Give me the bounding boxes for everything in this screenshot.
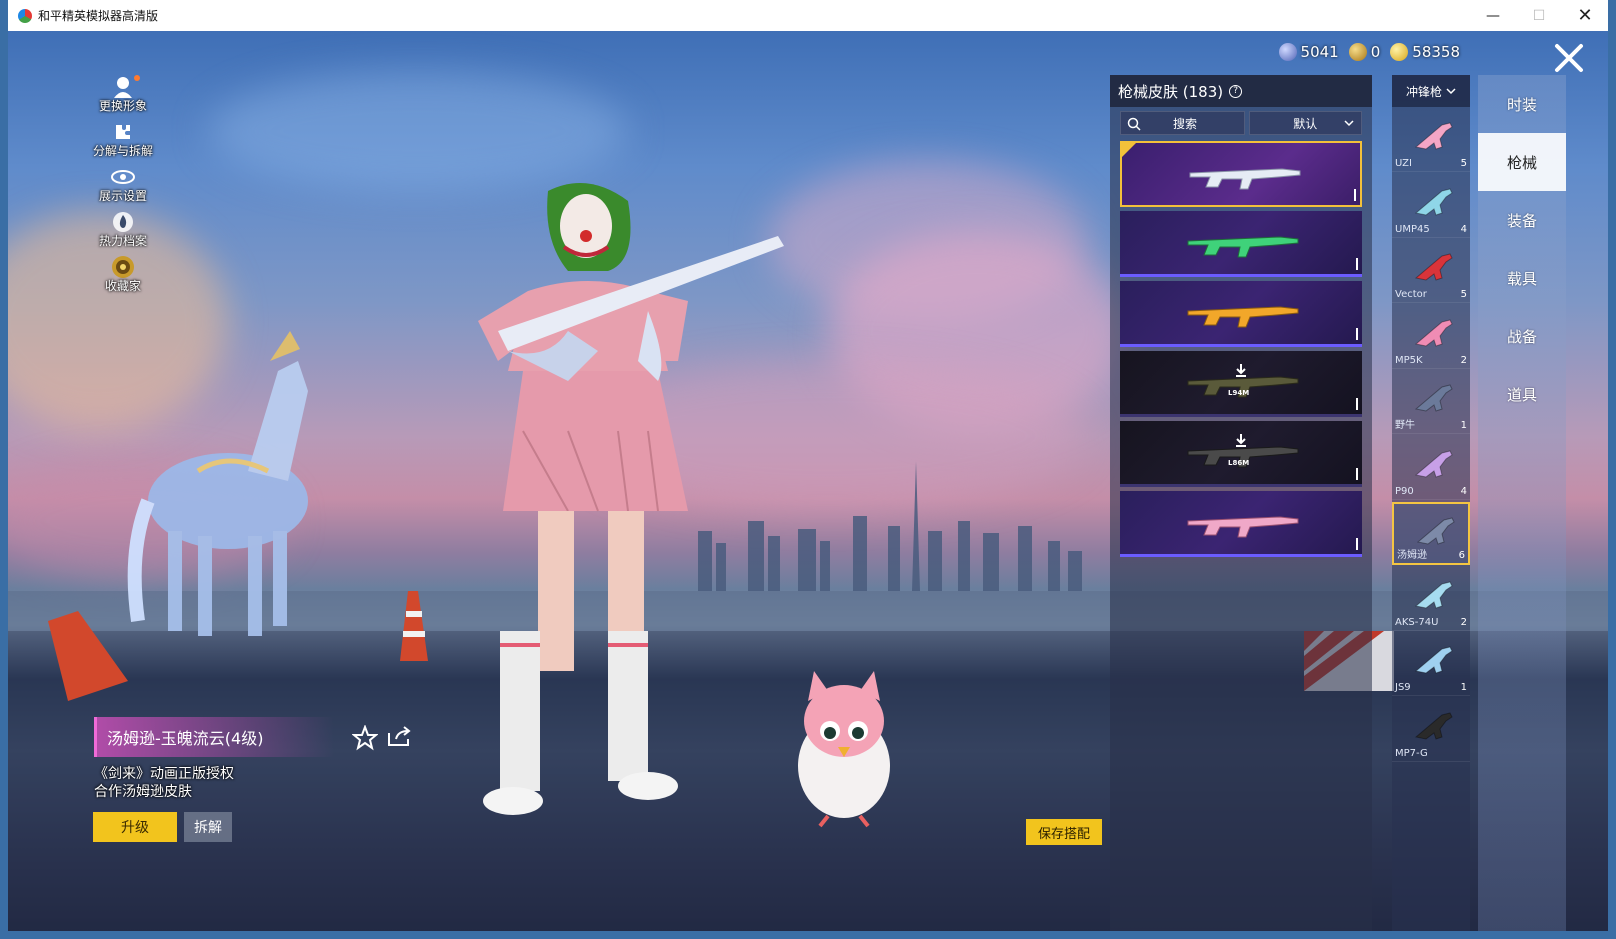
category-nav: 时装 枪械 装备 载具 战备 道具 xyxy=(1478,75,1566,931)
skin-card[interactable]: L94M xyxy=(1120,351,1362,417)
download-icon xyxy=(1236,364,1246,377)
weapon-item[interactable]: MP5K 2 xyxy=(1392,306,1470,369)
nav-fashion[interactable]: 时装 xyxy=(1478,75,1566,133)
weapon-icon xyxy=(1414,318,1453,347)
skin-card[interactable] xyxy=(1120,281,1362,347)
close-icon[interactable] xyxy=(1552,41,1586,75)
close-window-button[interactable]: ✕ xyxy=(1562,0,1608,31)
skin-card[interactable] xyxy=(1120,211,1362,277)
weapon-item[interactable]: UMP45 4 xyxy=(1392,175,1470,238)
weapon-icon xyxy=(1414,449,1453,478)
flame-icon xyxy=(111,210,135,234)
weapon-icon xyxy=(1414,580,1453,609)
currency-item: 5041 xyxy=(1278,43,1339,61)
weapon-item[interactable]: 汤姆逊 6 xyxy=(1392,502,1470,565)
skin-panel-toolbar: 搜索 默认 xyxy=(1120,111,1362,135)
weapon-icon xyxy=(1414,122,1453,150)
sort-dropdown[interactable]: 默认 xyxy=(1248,111,1362,135)
currency-item: 58358 xyxy=(1390,43,1460,61)
chevron-down-icon xyxy=(1446,88,1456,95)
person-icon xyxy=(111,75,135,99)
dismantle-button[interactable]: 拆解 xyxy=(184,812,232,842)
nav-battle-gear[interactable]: 战备 xyxy=(1478,307,1566,365)
save-loadout-button[interactable]: 保存搭配 xyxy=(1026,819,1102,845)
skin-card[interactable] xyxy=(1120,141,1362,207)
skin-panel-title: 枪械皮肤 (183) xyxy=(1118,82,1224,101)
gun-skin-icon xyxy=(1187,236,1299,258)
skin-card[interactable] xyxy=(1120,491,1362,557)
decompose-button[interactable]: 分解与拆解 xyxy=(86,120,160,165)
nav-weapons[interactable]: 枪械 xyxy=(1478,133,1566,191)
window-title: 和平精英模拟器高清版 xyxy=(38,9,159,23)
gun-skin-icon xyxy=(1187,306,1299,328)
puzzle-icon xyxy=(111,120,135,144)
search-icon xyxy=(1127,117,1141,131)
nav-items[interactable]: 道具 xyxy=(1478,365,1566,423)
skin-search-input[interactable]: 搜索 xyxy=(1120,111,1245,135)
gold-coin-icon xyxy=(1390,43,1409,61)
item-title: 汤姆逊-玉魄流云(4级) xyxy=(94,717,334,757)
eye-icon xyxy=(111,165,135,189)
skin-card[interactable]: L86M xyxy=(1120,421,1362,487)
display-settings-button[interactable]: 展示设置 xyxy=(86,165,160,210)
gun-skin-icon xyxy=(1189,168,1301,190)
weapon-icon xyxy=(1414,646,1453,674)
weapon-icon xyxy=(1414,384,1453,412)
minimize-button[interactable]: — xyxy=(1470,0,1516,31)
notification-dot xyxy=(134,75,140,81)
star-icon[interactable] xyxy=(352,725,378,751)
share-icon[interactable] xyxy=(386,723,414,749)
upgrade-button[interactable]: 升级 xyxy=(93,812,177,842)
currency-bar: 5041 0 58358 xyxy=(1278,43,1460,61)
app-window: 和平精英模拟器高清版 — ☐ ✕ 更换形象 分解与拆解 展示设置 热力档案 收藏… xyxy=(0,0,1616,939)
weapon-item[interactable]: UZI 5 xyxy=(1392,109,1470,172)
triangle-coin-icon xyxy=(1348,43,1367,61)
maximize-button[interactable]: ☐ xyxy=(1516,0,1562,31)
weapon-category-dropdown[interactable]: 冲锋枪 xyxy=(1392,75,1470,107)
weapon-icon xyxy=(1414,253,1453,281)
collector-button[interactable]: 收藏家 xyxy=(86,255,160,300)
weapon-list: 冲锋枪 UZI 5 UMP45 4 Vector 5 MP5K 2 野牛 1 P90 4 汤姆逊 6 AKS… xyxy=(1392,75,1470,931)
weapon-item[interactable]: Vector 5 xyxy=(1392,240,1470,303)
chevron-down-icon xyxy=(1344,120,1354,127)
weapon-item[interactable]: P90 4 xyxy=(1392,437,1470,500)
currency-item: 0 xyxy=(1348,43,1380,61)
skin-panel-header: 枪械皮肤 (183) ? xyxy=(1110,75,1372,107)
heat-archive-button[interactable]: 热力档案 xyxy=(86,210,160,255)
globe-coin-icon xyxy=(1278,43,1297,61)
title-bar: 和平精英模拟器高清版 — ☐ ✕ xyxy=(8,0,1608,31)
weapon-icon xyxy=(1414,187,1453,216)
weapon-item[interactable]: AKS-74U 2 xyxy=(1392,568,1470,631)
left-menu: 更换形象 分解与拆解 展示设置 热力档案 收藏家 xyxy=(86,75,160,300)
weapon-icon xyxy=(1414,711,1453,740)
weapon-item[interactable]: JS9 1 xyxy=(1392,633,1470,696)
game-viewport: 更换形象 分解与拆解 展示设置 热力档案 收藏家 5041 0 58358 枪械… xyxy=(8,31,1608,931)
help-icon[interactable]: ? xyxy=(1229,84,1243,98)
gun-skin-icon xyxy=(1187,516,1299,538)
nav-vehicles[interactable]: 载具 xyxy=(1478,249,1566,307)
weapon-item[interactable]: MP7-G xyxy=(1392,699,1470,762)
weapon-item[interactable]: 野牛 1 xyxy=(1392,371,1470,434)
weapon-skin-panel: 枪械皮肤 (183) ? 搜索 默认 L94M L86M xyxy=(1110,75,1372,931)
app-logo-icon xyxy=(18,8,32,23)
change-appearance-button[interactable]: 更换形象 xyxy=(86,75,160,120)
equipped-marker-icon xyxy=(1122,143,1136,157)
item-description: 《剑来》动画正版授权 合作汤姆逊皮肤 xyxy=(94,766,234,800)
collector-icon xyxy=(111,255,135,279)
nav-equipment[interactable]: 装备 xyxy=(1478,191,1566,249)
download-icon xyxy=(1236,434,1246,447)
